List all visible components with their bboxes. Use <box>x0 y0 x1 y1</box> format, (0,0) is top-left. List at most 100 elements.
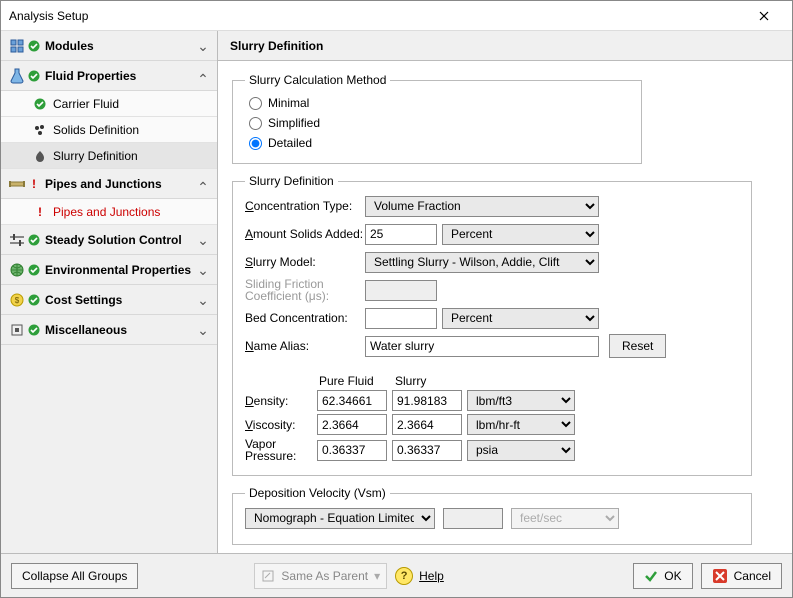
sliding-friction-label: Sliding Friction Coefficient (μs): <box>245 278 365 302</box>
sidebar-item-slurry-definition[interactable]: Slurry Definition <box>1 143 217 169</box>
window-title: Analysis Setup <box>9 9 744 23</box>
help-label: Help <box>419 569 444 583</box>
group-legend: Slurry Definition <box>245 174 338 188</box>
group-calc-method: Slurry Calculation Method Minimal Simpli… <box>232 73 642 164</box>
warning-icon: ! <box>27 177 41 191</box>
sidebar-group-fluid-properties[interactable]: Fluid Properties <box>1 61 217 91</box>
content: Slurry Definition Slurry Calculation Met… <box>218 31 792 553</box>
radio-detailed[interactable] <box>249 137 262 150</box>
cancel-label: Cancel <box>734 569 771 583</box>
chevron-up-icon <box>195 69 211 83</box>
vapor-slurry-input[interactable] <box>392 440 462 461</box>
same-as-parent-label: Same As Parent <box>281 569 368 583</box>
bed-concentration-unit-select[interactable]: Percent <box>442 308 599 329</box>
sidebar-item-carrier-fluid[interactable]: Carrier Fluid <box>1 91 217 117</box>
group-deposition-velocity: Deposition Velocity (Vsm) Nomograph - Eq… <box>232 486 752 545</box>
deposition-unit-select: feet/sec <box>511 508 619 529</box>
col-header-slurry: Slurry <box>393 374 469 388</box>
group-slurry-definition: Slurry Definition Concentration Type: Vo… <box>232 174 752 476</box>
sidebar-item-label: Solids Definition <box>49 123 139 137</box>
radio-simplified-row: Simplified <box>245 113 629 133</box>
cost-icon: $ <box>7 293 27 307</box>
amount-solids-label: Amount Solids Added: <box>245 227 365 241</box>
vapor-pure-input[interactable] <box>317 440 387 461</box>
vapor-unit-select[interactable]: psia <box>467 440 575 461</box>
radio-label: Simplified <box>268 116 320 130</box>
svg-text:$: $ <box>15 296 20 305</box>
check-icon <box>27 70 41 82</box>
density-slurry-input[interactable] <box>392 390 462 411</box>
radio-minimal[interactable] <box>249 97 262 110</box>
check-icon <box>27 264 41 276</box>
slurry-model-label: Slurry Model: <box>245 255 365 269</box>
radio-detailed-row: Detailed <box>245 133 629 153</box>
misc-icon <box>7 323 27 337</box>
sidebar-group-pipes-junctions[interactable]: ! Pipes and Junctions <box>1 169 217 199</box>
ok-button[interactable]: OK <box>633 563 692 589</box>
amount-solids-unit-select[interactable]: Percent <box>442 224 599 245</box>
radio-label: Detailed <box>268 136 312 150</box>
sidebar-group-steady-solution[interactable]: Steady Solution Control <box>1 225 217 255</box>
sidebar-group-label: Environmental Properties <box>41 263 195 277</box>
sliding-friction-input <box>365 280 437 301</box>
sidebar-group-label: Pipes and Junctions <box>41 177 195 191</box>
dialog-body: Modules Fluid Properties Carrier Fluid <box>1 31 792 553</box>
flask-icon <box>7 68 27 84</box>
close-icon <box>759 11 769 21</box>
sidebar-group-miscellaneous[interactable]: Miscellaneous <box>1 315 217 345</box>
same-as-parent-dropdown[interactable]: Same As Parent ▾ <box>254 563 387 589</box>
viscosity-slurry-input[interactable] <box>392 414 462 435</box>
name-alias-label: Name Alias: <box>245 339 365 353</box>
concentration-type-select[interactable]: Volume Fraction <box>365 196 599 217</box>
amount-solids-input[interactable] <box>365 224 437 245</box>
concentration-type-label: Concentration Type: <box>245 199 365 213</box>
chevron-up-icon <box>195 177 211 191</box>
chevron-down-icon <box>195 39 211 53</box>
footer: Collapse All Groups Same As Parent ▾ ? H… <box>1 553 792 597</box>
sidebar-item-pipes-junctions[interactable]: ! Pipes and Junctions <box>1 199 217 225</box>
bed-concentration-label: Bed Concentration: <box>245 311 365 325</box>
sidebar-item-solids-definition[interactable]: Solids Definition <box>1 117 217 143</box>
viscosity-unit-select[interactable]: lbm/hr-ft <box>467 414 575 435</box>
sidebar: Modules Fluid Properties Carrier Fluid <box>1 31 218 553</box>
ok-label: OK <box>664 569 681 583</box>
slurry-icon <box>31 150 49 162</box>
radio-minimal-row: Minimal <box>245 93 629 113</box>
sidebar-group-label: Cost Settings <box>41 293 195 307</box>
density-pure-input[interactable] <box>317 390 387 411</box>
group-legend: Deposition Velocity (Vsm) <box>245 486 390 500</box>
radio-simplified[interactable] <box>249 117 262 130</box>
help-button[interactable]: ? Help <box>395 563 444 589</box>
vapor-pressure-label: VaporPressure: <box>245 438 317 462</box>
sidebar-group-environmental[interactable]: Environmental Properties <box>1 255 217 285</box>
globe-icon <box>7 263 27 277</box>
name-alias-input[interactable] <box>365 336 599 357</box>
solids-icon <box>31 124 49 136</box>
pipe-icon <box>7 178 27 190</box>
deposition-method-select[interactable]: Nomograph - Equation Limited <box>245 508 435 529</box>
check-icon <box>27 40 41 52</box>
check-icon <box>31 98 49 110</box>
warning-icon: ! <box>31 205 49 219</box>
slurry-model-select[interactable]: Settling Slurry - Wilson, Addie, Clift <box>365 252 599 273</box>
check-icon <box>27 324 41 336</box>
close-button[interactable] <box>744 3 784 29</box>
cancel-button[interactable]: Cancel <box>701 563 782 589</box>
sidebar-item-label: Carrier Fluid <box>49 97 119 111</box>
sidebar-group-label: Fluid Properties <box>41 69 195 83</box>
sidebar-item-label: Pipes and Junctions <box>49 205 160 219</box>
settings-icon <box>7 234 27 246</box>
density-unit-select[interactable]: lbm/ft3 <box>467 390 575 411</box>
sidebar-group-label: Miscellaneous <box>41 323 195 337</box>
col-header-pure-fluid: Pure Fluid <box>317 374 393 388</box>
sidebar-group-modules[interactable]: Modules <box>1 31 217 61</box>
bed-concentration-input[interactable] <box>365 308 437 329</box>
chevron-down-icon <box>195 293 211 307</box>
cancel-icon <box>712 568 728 584</box>
group-legend: Slurry Calculation Method <box>245 73 390 87</box>
collapse-all-button[interactable]: Collapse All Groups <box>11 563 138 589</box>
viscosity-pure-input[interactable] <box>317 414 387 435</box>
reset-button[interactable]: Reset <box>609 334 666 358</box>
sidebar-group-cost-settings[interactable]: $ Cost Settings <box>1 285 217 315</box>
sidebar-item-label: Slurry Definition <box>49 149 138 163</box>
